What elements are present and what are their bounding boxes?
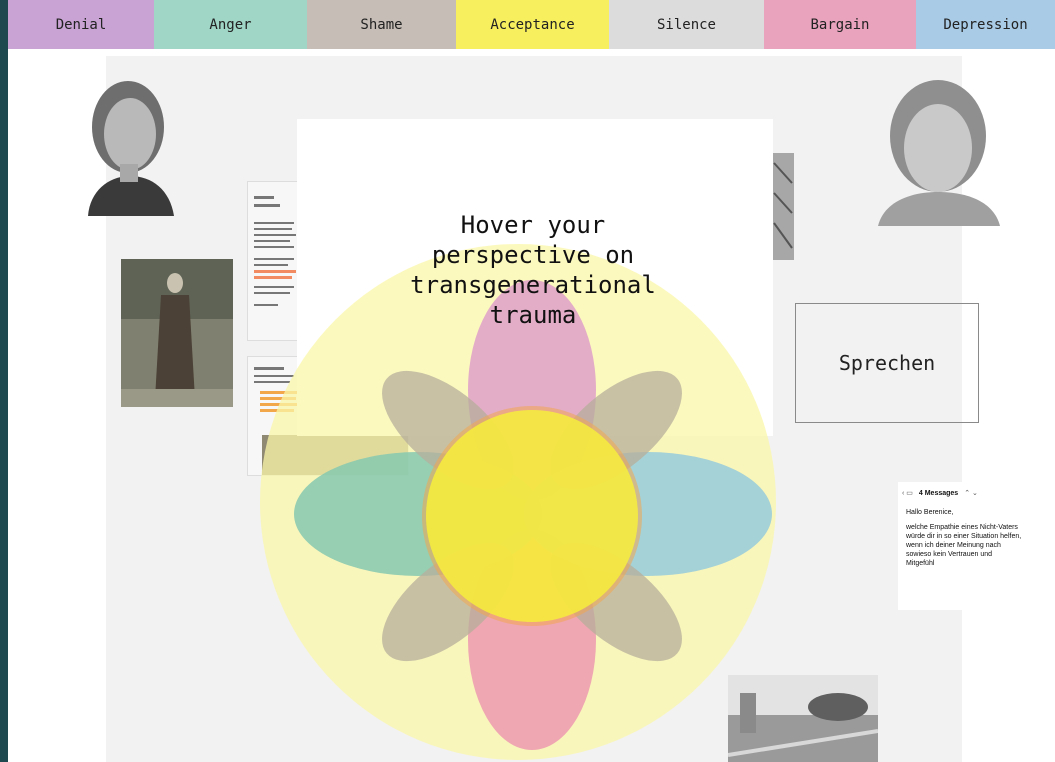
message-card: ‹ ▭ 4 Messages ⌃ ⌄ Hallo Berenice, welch… — [898, 482, 1030, 610]
sprechen-button[interactable]: Sprechen — [795, 303, 979, 423]
center-yellow — [426, 410, 638, 622]
message-icon[interactable]: ‹ ▭ — [902, 489, 913, 497]
sprechen-label: Sprechen — [838, 351, 936, 375]
hero-line-1: Hover your — [460, 211, 606, 239]
message-nav-icons[interactable]: ⌃ ⌄ — [964, 489, 978, 497]
message-count: 4 Messages — [918, 489, 959, 497]
message-body: Hallo Berenice, welche Empathie eines Ni… — [898, 504, 1030, 578]
message-greeting: Hallo Berenice, — [906, 509, 954, 516]
hero-title: Hover your perspective on transgeneratio… — [368, 210, 698, 330]
message-header: ‹ ▭ 4 Messages ⌃ ⌄ — [898, 482, 1030, 504]
message-text: welche Empathie eines Nicht-Vaters würde… — [906, 524, 1022, 567]
hero-line-3: transgenerational — [410, 271, 656, 299]
hero-line-2: perspective on — [431, 241, 635, 269]
hero-line-4: trauma — [489, 301, 577, 329]
app-frame: Denial Anger Shame Acceptance Silence Bargain… — [8, 0, 1055, 762]
